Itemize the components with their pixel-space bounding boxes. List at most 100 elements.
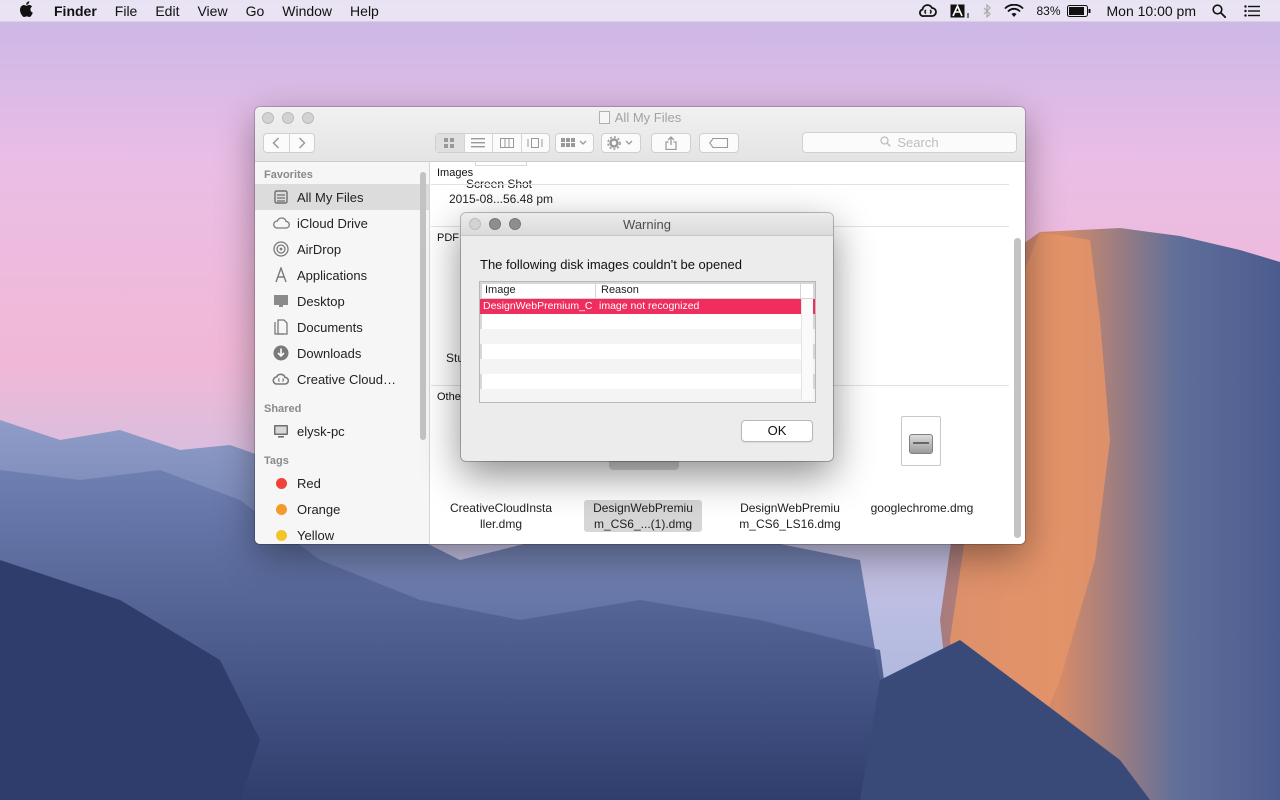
sidebar-header-tags: Tags [264,455,289,467]
dialog-titlebar: Warning [461,213,833,236]
cloud-icon [271,217,291,229]
tag-button[interactable] [699,133,739,153]
search-icon [880,135,892,150]
share-button[interactable] [651,133,691,153]
content-scrollbar[interactable] [1014,238,1021,538]
sidebar-item-applications[interactable]: Applications [255,262,429,288]
sidebar-header-shared: Shared [264,403,302,415]
file-name-line2: ller.dmg [479,517,523,531]
sidebar-item-label: All My Files [297,189,364,205]
dmg-file-icon[interactable] [901,416,941,466]
sidebar-item-label: Yellow [297,527,335,543]
wifi-icon[interactable] [998,3,1030,18]
table-row-empty [480,329,815,344]
file-item-creativecloudinstaller[interactable]: CreativeCloudInsta ller.dmg [441,500,561,532]
finder-toolbar: All My Files Search [255,107,1025,162]
sidebar-tag-orange[interactable]: Orange [255,496,429,522]
spotlight-icon[interactable] [1206,3,1232,18]
table-row[interactable]: DesignWebPremium_C image not recognized [480,299,815,314]
sidebar-item-all-my-files[interactable]: All My Files [255,184,429,210]
sidebar-tag-red[interactable]: Red [255,470,429,496]
forward-button[interactable] [290,134,315,152]
table-row-empty [480,314,815,329]
table-row-empty [480,374,815,389]
file-name-line1: googlechrome.dmg [870,501,974,515]
cell-image: DesignWebPremium_C [483,300,593,312]
clock[interactable]: Mon 10:00 pm [1097,0,1207,22]
file-item-designwebpremium-1[interactable]: DesignWebPremiu m_CS6_...(1).dmg [584,500,702,532]
sidebar-item-label: Orange [297,501,341,517]
menu-help[interactable]: Help [341,0,388,22]
sidebar: Favorites All My Files iCloud Drive AirD… [255,162,430,544]
search-field[interactable]: Search [802,132,1017,153]
bluetooth-icon[interactable] [976,3,998,18]
sidebar-item-label: Documents [297,319,363,335]
dialog-message: The following disk images couldn't be op… [480,257,742,272]
group-divider [431,184,1009,185]
file-item-googlechrome[interactable]: googlechrome.dmg [859,500,985,516]
file-name-line2: m_CS6_LS16.dmg [739,517,841,531]
menu-window[interactable]: Window [273,0,341,22]
sidebar-item-documents[interactable]: Documents [255,314,429,340]
notification-center-icon[interactable] [1232,4,1266,17]
menu-app-finder[interactable]: Finder [52,0,106,22]
warning-dialog: Warning The following disk images couldn… [461,213,833,461]
sidebar-item-icloud-drive[interactable]: iCloud Drive [255,210,429,236]
back-forward-control [263,133,315,153]
applications-icon [271,267,291,283]
menu-go[interactable]: Go [237,0,274,22]
sidebar-tag-yellow[interactable]: Yellow [255,522,429,544]
table-scrollbar[interactable] [801,299,813,400]
screenshot-date[interactable]: 2015-08...56.48 pm [441,191,561,207]
sidebar-scrollbar[interactable] [420,172,426,440]
ok-button[interactable]: OK [741,420,813,442]
sidebar-item-label: Downloads [297,345,362,361]
adobe-icon[interactable] [944,3,976,18]
menu-edit[interactable]: Edit [146,0,188,22]
back-button[interactable] [264,134,290,152]
sidebar-item-label: AirDrop [297,241,342,257]
creative-cloud-icon[interactable] [912,3,944,18]
table-header: Image Reason [480,282,815,299]
sidebar-item-label: Applications [297,267,368,283]
icon-view-button[interactable] [436,134,465,152]
column-header-reason[interactable]: Reason [596,282,801,298]
orange-tag-icon [276,503,287,515]
sidebar-item-elysk-pc[interactable]: elysk-pc [255,418,429,444]
sidebar-item-downloads[interactable]: Downloads [255,340,429,366]
sidebar-item-desktop[interactable]: Desktop [255,288,429,314]
sidebar-header-favorites: Favorites [264,169,313,181]
table-row-empty [480,389,815,402]
sidebar-item-airdrop[interactable]: AirDrop [255,236,429,262]
column-header-image[interactable]: Image [480,282,596,298]
all-files-icon [271,190,291,204]
search-placeholder: Search [897,135,939,150]
sidebar-item-label: Creative Cloud… [297,371,396,387]
thumbnail-partial [475,162,527,166]
sidebar-item-creative-cloud[interactable]: Creative Cloud… [255,366,429,392]
sidebar-item-label: Red [297,475,321,491]
window-title: All My Files [255,110,1025,125]
yellow-tag-icon [276,529,287,541]
battery-icon[interactable] [1066,4,1097,17]
menu-view[interactable]: View [188,0,236,22]
menu-file[interactable]: File [106,0,147,22]
apple-menu-icon[interactable] [0,0,52,21]
sidebar-item-label: elysk-pc [297,423,345,439]
action-gear-button[interactable] [601,133,641,153]
sidebar-item-label: iCloud Drive [297,215,368,231]
arrange-button[interactable] [555,133,594,153]
error-table: Image Reason DesignWebPremium_C image no… [479,281,816,403]
cell-reason: image not recognized [599,300,700,312]
dialog-title: Warning [623,217,671,232]
red-tag-icon [276,477,287,489]
battery-percent[interactable]: 83% [1030,0,1066,22]
list-view-button[interactable] [465,134,493,152]
all-files-icon [598,111,610,124]
file-item-designwebpremium-ls16[interactable]: DesignWebPremiu m_CS6_LS16.dmg [725,500,855,532]
menu-bar: Finder File Edit View Go Window Help 83%… [0,0,1280,22]
column-view-button[interactable] [493,134,522,152]
view-mode-control [435,133,550,153]
cover-flow-button[interactable] [522,134,550,152]
table-row-empty [480,344,815,359]
